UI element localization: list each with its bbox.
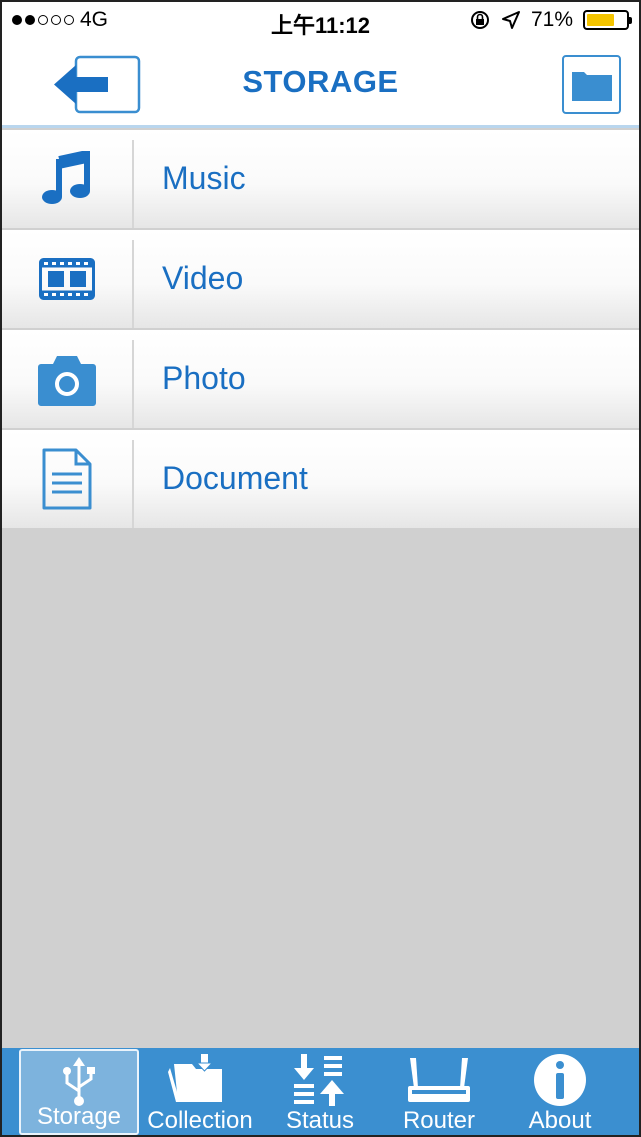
tab-status[interactable]: Status: [260, 1048, 380, 1137]
router-icon: [408, 1058, 470, 1102]
row-divider: [132, 440, 134, 528]
list-item-photo[interactable]: Photo: [2, 330, 639, 428]
folder-button[interactable]: [562, 55, 621, 114]
list-item-label: Video: [162, 260, 244, 296]
status-bar: 4G 上午11:12 71%: [0, 0, 641, 40]
list-item-label: Music: [162, 160, 246, 196]
page-title: STORAGE: [242, 64, 399, 99]
list-item-document[interactable]: Document: [2, 430, 639, 528]
location-arrow-icon: [501, 11, 520, 29]
music-note-icon: [42, 151, 90, 204]
tab-about[interactable]: About: [500, 1048, 620, 1137]
bottom-tab-bar: Storage Collection Status Router About: [0, 1048, 641, 1137]
tab-label: Router: [402, 1107, 476, 1134]
tab-label: Collection: [147, 1107, 253, 1134]
list-item-video[interactable]: Video: [2, 230, 639, 328]
row-divider: [132, 340, 134, 428]
battery-percent: 71%: [530, 8, 573, 31]
list-item-label: Photo: [162, 360, 246, 396]
status-right: 71%: [469, 8, 632, 32]
tab-router[interactable]: Router: [379, 1048, 499, 1137]
row-divider: [132, 240, 134, 328]
row-divider: [132, 140, 134, 228]
tab-label: Storage: [36, 1103, 122, 1130]
tab-label: About: [528, 1107, 592, 1134]
list-item-label: Document: [162, 460, 308, 496]
folder-download-icon: [168, 1054, 222, 1102]
folder-icon: [571, 71, 612, 101]
tab-storage[interactable]: Storage: [19, 1049, 139, 1135]
document-icon: [42, 448, 92, 510]
tab-collection[interactable]: Collection: [140, 1048, 260, 1137]
nav-header: STORAGE: [0, 40, 641, 128]
tab-label: Status: [285, 1107, 355, 1134]
battery-level: [587, 14, 614, 26]
camera-icon: [38, 356, 96, 406]
film-icon: [39, 258, 95, 300]
transfer-status-icon: [294, 1054, 344, 1106]
storage-category-list: Music Video Photo Document: [2, 130, 639, 530]
info-icon: [534, 1054, 586, 1106]
battery-icon: [583, 10, 632, 30]
usb-icon: [63, 1057, 95, 1106]
list-item-music[interactable]: Music: [2, 130, 639, 228]
rotation-lock-icon: [470, 11, 489, 29]
